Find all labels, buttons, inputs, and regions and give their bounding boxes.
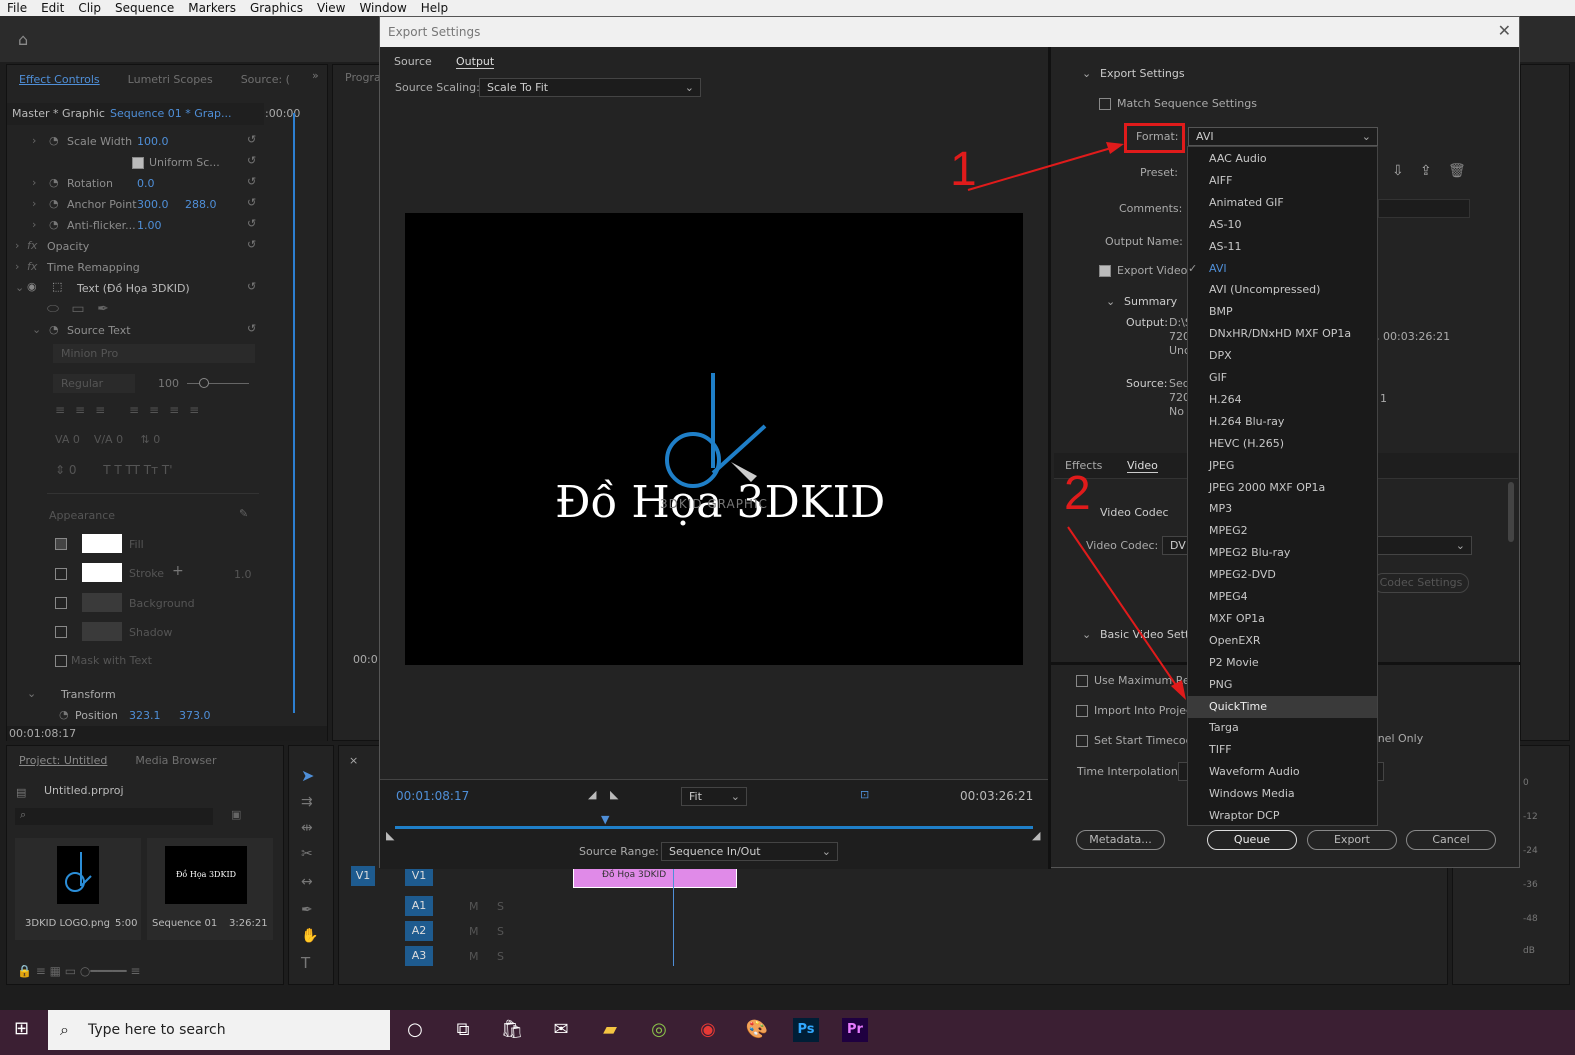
- store-icon[interactable]: 🛍: [499, 1018, 525, 1042]
- chrome-icon[interactable]: ◉: [695, 1018, 721, 1042]
- app-icon[interactable]: ◎: [646, 1018, 672, 1042]
- windows-start-icon[interactable]: ⊞: [14, 1018, 29, 1039]
- paint-icon[interactable]: 🎨: [744, 1018, 770, 1042]
- file-explorer-icon[interactable]: ▰: [597, 1018, 623, 1042]
- premiere-icon[interactable]: Pr: [842, 1018, 868, 1042]
- photoshop-icon[interactable]: Ps: [793, 1018, 819, 1042]
- search-icon: ⌕: [60, 1020, 69, 1039]
- mail-icon[interactable]: ✉: [548, 1018, 574, 1042]
- annotation-arrows: [967, 142, 1186, 700]
- taskbar-search-input[interactable]: Type here to search: [48, 1010, 390, 1050]
- task-view-icon[interactable]: ⧉: [450, 1018, 476, 1042]
- annotation-step-1: 1: [950, 143, 977, 196]
- cortana-icon[interactable]: ○: [402, 1018, 428, 1042]
- annotation-step-2: 2: [1064, 467, 1091, 520]
